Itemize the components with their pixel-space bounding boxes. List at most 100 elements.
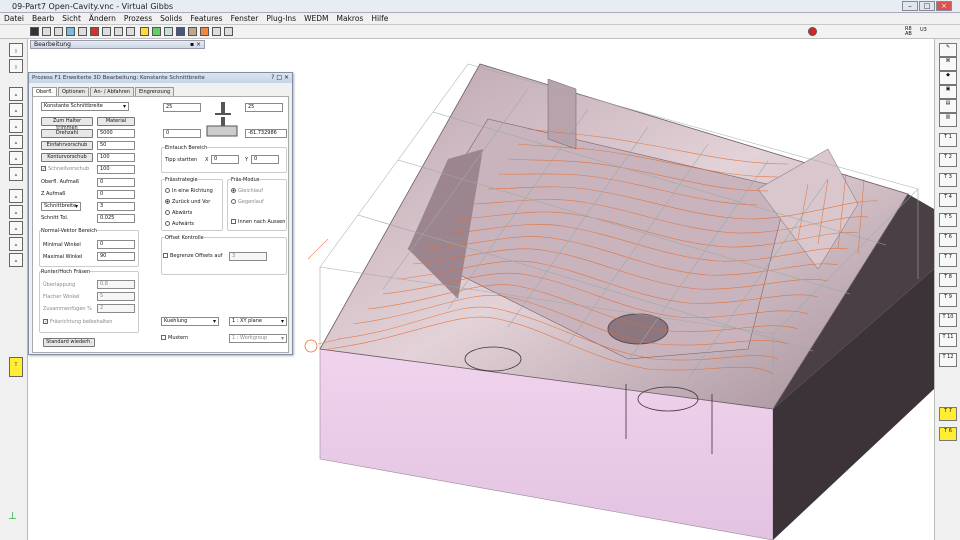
process-tool-icon[interactable]: ⌂: [9, 167, 23, 181]
plunge-feed-field[interactable]: 50: [97, 141, 135, 150]
tool-slot-5[interactable]: T 5: [939, 213, 957, 227]
tool-slot-7[interactable]: T 7: [939, 253, 957, 267]
tab-eingrenzung[interactable]: Eingrenzung: [134, 87, 175, 96]
grid-icon[interactable]: [78, 27, 87, 36]
speed-field[interactable]: 5000: [97, 129, 135, 138]
tool-slot-11[interactable]: T 11: [939, 333, 957, 347]
keep-direction-checkbox[interactable]: ✓ Fräsrichtung beibehalten: [43, 319, 112, 326]
stop-icon[interactable]: [808, 27, 817, 36]
tab-an-abfahren[interactable]: An- / Abfahren: [89, 87, 134, 96]
save-icon[interactable]: [224, 27, 233, 36]
tab-oberfl[interactable]: Oberfl.: [32, 87, 57, 96]
limit-offsets-checkbox[interactable]: Begrenze Offsets auf: [163, 253, 222, 260]
solid-icon[interactable]: [164, 27, 173, 36]
plane-select[interactable]: 1 : XY plane: [229, 317, 287, 326]
coolant-select[interactable]: Kuehlung: [161, 317, 219, 326]
menu-fenster[interactable]: Fenster: [227, 14, 263, 23]
overlap-field[interactable]: 0.8: [97, 280, 135, 289]
process-tool-icon[interactable]: ⌂: [9, 205, 23, 219]
tool-bottom-right-field[interactable]: -81.732986: [245, 129, 287, 138]
merge-field[interactable]: 2: [97, 304, 135, 313]
menu-sicht[interactable]: Sicht: [58, 14, 85, 23]
z-stock-field[interactable]: 0: [97, 190, 135, 199]
geometry-tool-icon[interactable]: ▯: [9, 43, 23, 57]
tool-slot-1[interactable]: T 1: [939, 133, 957, 147]
tool-slot-4[interactable]: T 4: [939, 193, 957, 207]
tool-icon[interactable]: ⌘: [939, 57, 957, 71]
units-icon[interactable]: R8 AB: [905, 27, 914, 37]
dialog-controls-icon[interactable]: ? □ ×: [271, 74, 289, 81]
contour-feed-field[interactable]: 100: [97, 153, 135, 162]
min-angle-field[interactable]: 0: [97, 240, 135, 249]
process-tool-icon[interactable]: ⌂: [9, 119, 23, 133]
tool-bottom-left-field[interactable]: 0: [163, 129, 201, 138]
print-icon[interactable]: [212, 27, 221, 36]
cut-width-select[interactable]: Schnittbreite: [41, 202, 81, 211]
process-tool-icon[interactable]: ⌂: [9, 151, 23, 165]
strategy-up-radio[interactable]: Aufwärts: [165, 221, 194, 228]
tool-icon[interactable]: ▣: [939, 85, 957, 99]
layer-icon[interactable]: [152, 27, 161, 36]
menu-features[interactable]: Features: [186, 14, 226, 23]
trim-holder-button[interactable]: Zum Halter trimmen: [41, 117, 93, 131]
method-select[interactable]: Konstante Schnittbreite: [41, 102, 129, 111]
tool-slot-9[interactable]: T 9: [939, 293, 957, 307]
mode-conventional-radio[interactable]: Gegenlauf: [231, 199, 264, 206]
menu-prozess[interactable]: Prozess: [120, 14, 156, 23]
rapid-checkbox[interactable]: ✓ Schnellvorschub: [41, 166, 89, 173]
minimize-button[interactable]: –: [902, 1, 918, 11]
tool-icon[interactable]: ▤: [939, 99, 957, 113]
process-tool-icon[interactable]: ⌂: [9, 237, 23, 251]
folder-icon[interactable]: [140, 27, 149, 36]
bearbeitung-window[interactable]: Bearbeitung ▪ ×: [30, 40, 205, 49]
strategy-down-radio[interactable]: Abwärts: [165, 210, 192, 217]
strategy-zigzag-radio[interactable]: Zurück und Vor: [165, 199, 210, 206]
workgroup-select[interactable]: 1 : Workgroup: [229, 334, 287, 343]
flat-angle-field[interactable]: 5: [97, 292, 135, 301]
tool-top-right-field[interactable]: 25: [245, 103, 283, 112]
tool-slot-active-7[interactable]: T 7: [939, 407, 957, 421]
tool-slot-6[interactable]: T 6: [939, 233, 957, 247]
tool-slot-10[interactable]: T 10: [939, 313, 957, 327]
strategy-one-way-radio[interactable]: In eine Richtung: [165, 188, 213, 195]
tool-slot-2[interactable]: T 2: [939, 153, 957, 167]
menu-solids[interactable]: Solids: [156, 14, 186, 23]
tool-icon[interactable]: ▥: [939, 113, 957, 127]
menu-wedm[interactable]: WEDM: [300, 14, 332, 23]
coord-icon[interactable]: U3: [920, 27, 929, 36]
active-process-icon[interactable]: T: [9, 357, 23, 377]
window-icon[interactable]: [54, 27, 63, 36]
menu-datei[interactable]: Datei: [0, 14, 28, 23]
menu-bearb[interactable]: Bearb: [28, 14, 58, 23]
tool-icon[interactable]: ✎: [939, 43, 957, 57]
window-icon[interactable]: [42, 27, 51, 36]
plunge-feed-button[interactable]: Einfahrvorschub: [41, 141, 93, 150]
tool-slot-active-6[interactable]: T 6: [939, 427, 957, 441]
y-field[interactable]: 0: [251, 155, 279, 164]
tab-optionen[interactable]: Optionen: [57, 87, 89, 96]
pattern-checkbox[interactable]: Mustern: [161, 335, 188, 342]
geometry-tool-icon[interactable]: ▯: [9, 59, 23, 73]
render-icon[interactable]: [114, 27, 123, 36]
view-icon[interactable]: [30, 27, 39, 36]
process-tool-icon[interactable]: ⌂: [9, 87, 23, 101]
material-button[interactable]: Material: [97, 117, 135, 126]
tool-icon[interactable]: ◆: [939, 71, 957, 85]
menu-plugins[interactable]: Plug-Ins: [262, 14, 300, 23]
max-angle-field[interactable]: 90: [97, 252, 135, 261]
cut-tol-field[interactable]: 0.025: [97, 214, 135, 223]
tool-top-left-field[interactable]: 25: [163, 103, 201, 112]
menu-hilfe[interactable]: Hilfe: [367, 14, 392, 23]
process-tool-icon[interactable]: ⌂: [9, 221, 23, 235]
process-tool-icon[interactable]: ⌂: [9, 103, 23, 117]
top-stock-field[interactable]: 0: [97, 178, 135, 187]
process-tool-icon[interactable]: ⌂: [9, 253, 23, 267]
shade-icon[interactable]: [66, 27, 75, 36]
hide-icon[interactable]: [126, 27, 135, 36]
inside-out-checkbox[interactable]: Innen nach Aussen: [231, 219, 285, 226]
menu-makros[interactable]: Makros: [333, 14, 368, 23]
sketch-icon[interactable]: [90, 27, 99, 36]
cut-width-field[interactable]: 3: [97, 202, 135, 211]
tool-slot-12[interactable]: T 12: [939, 353, 957, 367]
maximize-button[interactable]: □: [919, 1, 935, 11]
